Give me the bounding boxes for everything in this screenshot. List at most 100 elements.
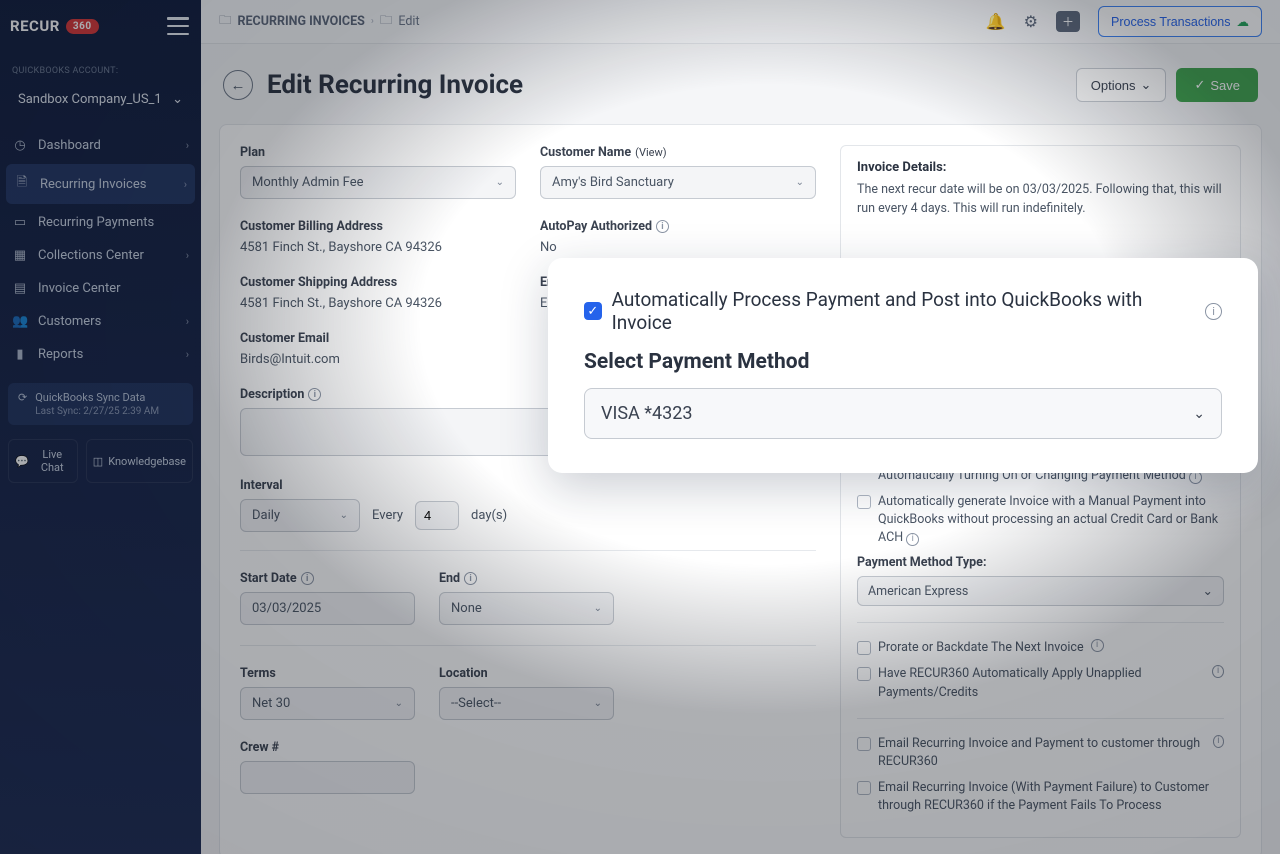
info-icon[interactable]: i <box>906 533 919 546</box>
breadcrumb-root[interactable]: RECURRING INVOICES <box>238 14 365 29</box>
info-icon[interactable]: i <box>464 572 477 585</box>
chart-icon: ▮ <box>12 347 28 362</box>
nav-label: Recurring Invoices <box>40 177 146 192</box>
process-label: Process Transactions <box>1111 15 1231 29</box>
checkbox[interactable] <box>857 737 871 751</box>
knowledgebase-button[interactable]: ◫Knowledgebase <box>86 439 193 483</box>
end-value: None <box>451 601 482 616</box>
breadcrumb-leaf: Edit <box>398 14 419 29</box>
folder-icon: 🗀 <box>380 11 393 32</box>
nav-label: Customers <box>38 314 101 329</box>
form-card: Plan Monthly Admin Fee⌄ Customer Name (V… <box>219 124 1262 854</box>
manual-checkbox-row[interactable]: Automatically generate Invoice with a Ma… <box>857 493 1224 547</box>
nav-label: Collections Center <box>38 248 144 263</box>
plan-label: Plan <box>240 145 516 160</box>
people-icon: 👥 <box>12 314 28 329</box>
pm-type-label: Payment Method Type: <box>857 555 1224 570</box>
location-label: Location <box>439 666 614 681</box>
every-n-input[interactable] <box>415 501 459 530</box>
plan-select[interactable]: Monthly Admin Fee ⌄ <box>240 166 516 199</box>
bell-icon[interactable]: 🔔 <box>986 12 1006 31</box>
info-icon[interactable]: i <box>1213 735 1224 748</box>
select-payment-method-title: Select Payment Method <box>584 350 1222 374</box>
divider <box>857 718 1224 719</box>
end-select[interactable]: None ⌄ <box>439 592 614 625</box>
top-actions: 🔔 ⚙ ＋ Process Transactions☁ <box>986 6 1262 37</box>
nav-dashboard[interactable]: ◷Dashboard› <box>0 129 201 162</box>
divider <box>240 550 816 551</box>
info-icon[interactable]: i <box>1205 303 1222 320</box>
info-icon[interactable]: i <box>308 388 321 401</box>
chevron-down-icon: ⌄ <box>395 698 403 709</box>
help-label: Knowledgebase <box>108 455 186 468</box>
breadcrumb: 🗀 RECURRING INVOICES › 🗀 Edit <box>219 11 420 32</box>
checkbox[interactable] <box>857 781 871 795</box>
customer-select[interactable]: Amy's Bird Sanctuary⌄ <box>540 166 816 199</box>
billing-label: Customer Billing Address <box>240 219 516 234</box>
app-logo[interactable]: RECUR360 <box>10 17 99 35</box>
apply-credits-checkbox-row[interactable]: Have RECUR360 Automatically Apply Unappl… <box>857 665 1224 701</box>
plan-value: Monthly Admin Fee <box>252 175 364 190</box>
chevron-down-icon: ⌄ <box>496 177 504 188</box>
location-value: --Select-- <box>451 696 501 711</box>
email-invoice-checkbox-row[interactable]: Email Recurring Invoice and Payment to c… <box>857 735 1224 771</box>
plus-icon[interactable]: ＋ <box>1056 11 1080 32</box>
nav-recurring-invoices[interactable]: 🗎Recurring Invoices› <box>6 164 195 204</box>
live-chat-button[interactable]: 💬Live Chat <box>8 439 78 483</box>
interval-select[interactable]: Daily⌄ <box>240 499 360 532</box>
info-icon[interactable]: i <box>1091 639 1104 652</box>
view-link[interactable]: (View) <box>635 146 666 159</box>
nav-label: Dashboard <box>38 138 101 153</box>
start-date-input[interactable]: 03/03/2025 <box>240 592 415 625</box>
label: Email Recurring Invoice (With Payment Fa… <box>878 779 1224 815</box>
info-icon[interactable]: i <box>1212 665 1224 678</box>
options-button[interactable]: Options⌄ <box>1076 68 1167 102</box>
nav-recurring-payments[interactable]: ▭Recurring Payments <box>0 206 201 239</box>
chevron-right-icon: › <box>186 249 189 262</box>
save-label: Save <box>1210 78 1240 93</box>
chevron-down-icon: ⌄ <box>594 603 602 614</box>
nav-reports[interactable]: ▮ Reports › <box>0 338 201 371</box>
page-header: ← Edit Recurring Invoice Options⌄ ✓ Save <box>201 44 1280 124</box>
auto-process-label: Automatically Process Payment and Post i… <box>612 288 1196 334</box>
email-failure-checkbox-row[interactable]: Email Recurring Invoice (With Payment Fa… <box>857 779 1224 815</box>
nav-label: Reports <box>38 347 83 362</box>
logo-row: RECUR360 <box>0 0 201 52</box>
chevron-right-icon: › <box>186 348 189 361</box>
divider <box>240 645 816 646</box>
nav-customers[interactable]: 👥Customers› <box>0 305 201 338</box>
logo-text: RECUR <box>10 17 60 35</box>
location-select[interactable]: --Select--⌄ <box>439 687 614 720</box>
process-transactions-button[interactable]: Process Transactions☁ <box>1098 6 1262 37</box>
back-button[interactable]: ← <box>223 70 253 100</box>
sync-status[interactable]: ⟳ QuickBooks Sync Data Last Sync: 2/27/2… <box>8 383 193 425</box>
nav-collections[interactable]: ▦Collections Center› <box>0 239 201 272</box>
payment-method-select[interactable]: VISA *4323 ⌄ <box>584 388 1222 439</box>
pm-type-select[interactable]: American Express⌄ <box>857 576 1224 606</box>
start-date-label: Start Date i <box>240 571 415 586</box>
label: Have RECUR360 Automatically Apply Unappl… <box>878 665 1205 701</box>
prorate-checkbox-row[interactable]: Prorate or Backdate The Next Invoice i <box>857 639 1224 657</box>
gear-icon[interactable]: ⚙ <box>1024 12 1038 31</box>
invoice-details-title: Invoice Details: <box>857 160 1224 175</box>
crew-input[interactable] <box>240 761 415 794</box>
nav-label: Recurring Payments <box>38 215 154 230</box>
qb-account-select[interactable]: Sandbox Company_US_1 ⌄ <box>8 84 193 115</box>
checkbox[interactable] <box>857 667 871 681</box>
auto-process-checkbox[interactable]: ✓ <box>584 302 602 320</box>
end-label: End i <box>439 571 614 586</box>
checkbox[interactable] <box>857 495 871 509</box>
terms-select[interactable]: Net 30⌄ <box>240 687 415 720</box>
nav-invoice-center[interactable]: ▤Invoice Center <box>0 272 201 305</box>
checkbox[interactable] <box>857 641 871 655</box>
info-icon[interactable]: i <box>301 572 314 585</box>
invoice-icon: 🗎 <box>14 173 30 195</box>
info-icon[interactable]: i <box>656 220 669 233</box>
hamburger-icon[interactable] <box>167 17 189 35</box>
save-button[interactable]: ✓ Save <box>1176 68 1258 102</box>
shipping-label: Customer Shipping Address <box>240 275 516 290</box>
autopay-value: No <box>540 240 816 255</box>
check-icon: ✓ <box>1194 77 1205 93</box>
page-title: Edit Recurring Invoice <box>267 70 523 100</box>
help-label: Live Chat <box>34 448 71 474</box>
